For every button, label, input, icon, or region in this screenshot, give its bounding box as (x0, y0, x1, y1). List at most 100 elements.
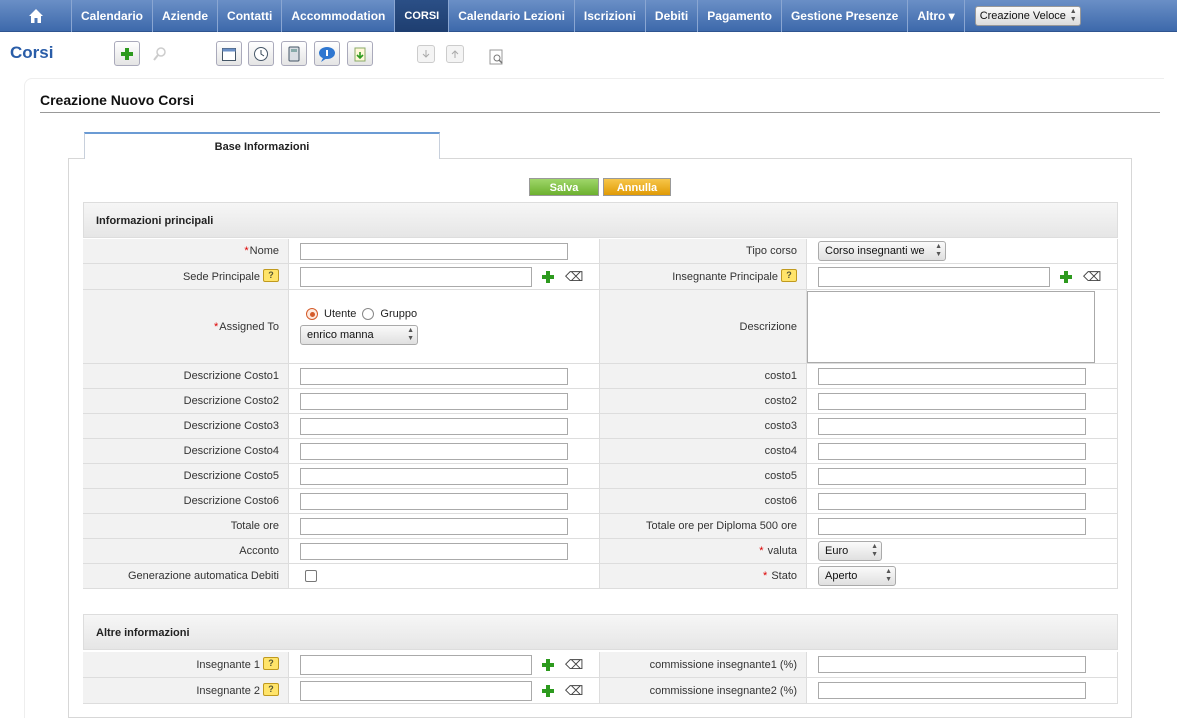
quick-create-select[interactable]: Creazione Veloce ▲ ▼ (974, 5, 1081, 26)
home-icon[interactable] (0, 0, 72, 32)
top-nav: Calendario Aziende Contatti Accommodatio… (0, 0, 1177, 32)
import-icon[interactable] (417, 45, 435, 63)
clear-icon[interactable]: ⌫ (565, 269, 583, 285)
descrizione-costo2-label: Descrizione Costo2 (83, 389, 289, 414)
valuta-select[interactable]: Euro ▲ ▼ (818, 541, 882, 561)
costo3-label: costo3 (600, 414, 807, 439)
totale-ore-input[interactable] (300, 517, 568, 535)
clear-icon[interactable]: ⌫ (1083, 269, 1101, 285)
descrizione-costo6-cell (289, 489, 600, 514)
descrizione-costo1-input[interactable] (300, 367, 568, 385)
descrizione-textarea[interactable] (807, 290, 1095, 363)
sede-cell: ⌫ (289, 264, 600, 290)
costo2-input[interactable] (818, 392, 1086, 410)
tipo-corso-label: Tipo corso (600, 239, 807, 264)
nav-altro[interactable]: Altro ▾ (908, 0, 965, 32)
insegnante2-label: Insegnante 2? (83, 678, 289, 704)
help-icon[interactable]: ? (781, 269, 797, 282)
search-icon[interactable] (147, 41, 173, 66)
insegnante-input[interactable] (818, 266, 1050, 287)
nome-input[interactable] (300, 242, 568, 260)
descrizione-costo2-cell (289, 389, 600, 414)
descrizione-costo3-input[interactable] (300, 417, 568, 435)
section-informazioni-principali: Informazioni principali (83, 202, 1118, 238)
find-duplicates-icon[interactable] (484, 44, 510, 69)
commissione2-cell (807, 678, 1118, 704)
commissione1-label: commissione insegnante1 (%) (600, 652, 807, 678)
assigned-label: * Assigned To (83, 290, 289, 364)
export-icon[interactable] (446, 45, 464, 63)
help-icon[interactable]: ? (263, 269, 279, 282)
note-icon[interactable] (347, 41, 373, 66)
insegnante2-cell: ⌫ (289, 678, 600, 704)
descrizione-cell (807, 290, 1118, 364)
stato-select[interactable]: Aperto ▲ ▼ (818, 566, 896, 586)
commissione2-input[interactable] (818, 682, 1086, 699)
add-icon[interactable] (541, 684, 555, 698)
costo2-label: costo2 (600, 389, 807, 414)
add-icon[interactable] (541, 270, 555, 284)
acconto-input[interactable] (300, 542, 568, 560)
clear-icon[interactable]: ⌫ (565, 683, 583, 699)
save-button[interactable]: Salva (529, 178, 599, 196)
descrizione-costo4-label: Descrizione Costo4 (83, 439, 289, 464)
gen-debiti-checkbox[interactable] (305, 570, 317, 582)
costo5-input[interactable] (818, 467, 1086, 485)
insegnante1-input[interactable] (300, 654, 532, 675)
clock-icon[interactable] (248, 41, 274, 66)
gen-debiti-label: Generazione automatica Debiti (83, 564, 289, 589)
descrizione-costo5-label: Descrizione Costo5 (83, 464, 289, 489)
tab-base-informazioni[interactable]: Base Informazioni (84, 132, 440, 159)
costo6-input[interactable] (818, 492, 1086, 510)
totale-diploma-label: Totale ore per Diploma 500 ore (600, 514, 807, 539)
calculator-icon[interactable] (281, 41, 307, 66)
nav-iscrizioni[interactable]: Iscrizioni (575, 0, 646, 32)
nav-pagamento[interactable]: Pagamento (698, 0, 782, 32)
nav-aziende[interactable]: Aziende (153, 0, 219, 32)
utente-radio[interactable] (306, 308, 318, 320)
tipo-corso-cell: Corso insegnanti we ▲ ▼ (807, 239, 1118, 264)
nav-debiti[interactable]: Debiti (646, 0, 699, 32)
cancel-button[interactable]: Annulla (603, 178, 671, 196)
insegnante2-input[interactable] (300, 680, 532, 701)
costo4-input[interactable] (818, 442, 1086, 460)
nav-gestione-presenze[interactable]: Gestione Presenze (782, 0, 909, 32)
assigned-cell: Utente Gruppo enrico manna ▲ ▼ (289, 290, 600, 364)
costo6-label: costo6 (600, 489, 807, 514)
page-title: Creazione Nuovo Corsi (40, 92, 195, 108)
add-icon[interactable] (114, 41, 140, 66)
gen-debiti-cell (289, 564, 600, 589)
nav-accommodation[interactable]: Accommodation (282, 0, 396, 32)
nome-label: * Nome (83, 239, 289, 264)
costo3-input[interactable] (818, 417, 1086, 435)
module-title: Corsi (10, 43, 54, 62)
chat-icon[interactable] (314, 41, 340, 66)
calendar-icon[interactable] (216, 41, 242, 66)
costo1-label: costo1 (600, 364, 807, 389)
nav-calendario-lezioni[interactable]: Calendario Lezioni (449, 0, 575, 32)
help-icon[interactable]: ? (263, 657, 279, 670)
clear-icon[interactable]: ⌫ (565, 657, 583, 673)
nav-calendario[interactable]: Calendario (72, 0, 154, 32)
descrizione-costo5-input[interactable] (300, 467, 568, 485)
descrizione-costo4-input[interactable] (300, 442, 568, 460)
totale-diploma-cell (807, 514, 1118, 539)
commissione2-label: commissione insegnante2 (%) (600, 678, 807, 704)
help-icon[interactable]: ? (263, 683, 279, 696)
costo3-cell (807, 414, 1118, 439)
costo1-input[interactable] (818, 367, 1086, 385)
nav-corsi[interactable]: CORSI (395, 0, 450, 32)
descrizione-costo6-input[interactable] (300, 492, 568, 510)
descrizione-costo1-label: Descrizione Costo1 (83, 364, 289, 389)
descrizione-costo2-input[interactable] (300, 392, 568, 410)
totale-diploma-input[interactable] (818, 517, 1086, 535)
add-icon[interactable] (541, 658, 555, 672)
assigned-select[interactable]: enrico manna ▲ ▼ (300, 325, 418, 345)
nome-cell (289, 239, 600, 264)
nav-contatti[interactable]: Contatti (218, 0, 283, 32)
tipo-corso-select[interactable]: Corso insegnanti we ▲ ▼ (818, 241, 946, 261)
sede-input[interactable] (300, 266, 532, 287)
add-icon[interactable] (1059, 270, 1073, 284)
gruppo-radio[interactable] (362, 308, 375, 320)
commissione1-input[interactable] (818, 656, 1086, 673)
